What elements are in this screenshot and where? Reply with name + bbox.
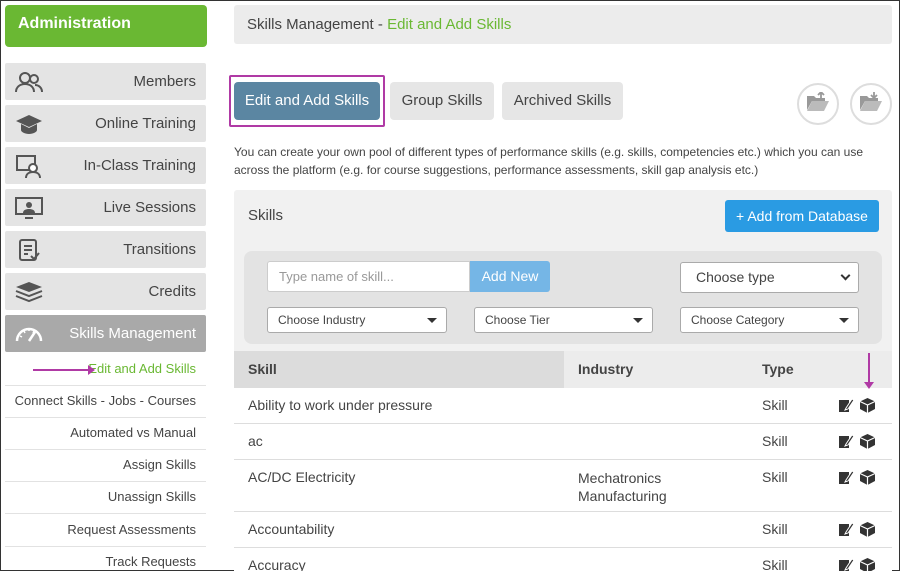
caret-down-icon	[839, 318, 849, 323]
annotation-arrow-right	[33, 365, 95, 375]
subnav-automated-vs-manual[interactable]: Automated vs Manual	[5, 418, 206, 450]
add-from-database-button[interactable]: + Add from Database	[725, 200, 879, 232]
cell-industry: Mechatronics Manufacturing	[578, 470, 667, 504]
type-select-value: Choose type	[696, 269, 775, 285]
table-row: Accuracy Skill	[234, 548, 892, 571]
breadcrumb-separator: -	[373, 16, 388, 33]
skills-table: Skill Industry Type Ability to work unde…	[234, 351, 892, 571]
edit-icon[interactable]	[839, 558, 854, 571]
row-actions	[839, 398, 875, 413]
category-select[interactable]: Choose Category	[680, 307, 859, 333]
filter-box: Type name of skill... Add New Choose typ…	[244, 251, 882, 344]
industry-select-value: Choose Industry	[278, 313, 366, 327]
sidebar-item-label: Credits	[148, 283, 196, 300]
subnav-request-assessments[interactable]: Request Assessments	[5, 515, 206, 547]
export-button[interactable]	[850, 83, 892, 125]
sidebar-item-members[interactable]: Members	[5, 63, 206, 100]
subnav-unassign-skills[interactable]: Unassign Skills	[5, 482, 206, 514]
graduation-cap-icon	[15, 112, 43, 136]
breadcrumb-root[interactable]: Skills Management	[247, 16, 374, 33]
cell-type: Skill	[762, 557, 788, 571]
sidebar-item-label: Skills Management	[69, 325, 196, 342]
import-button[interactable]	[797, 83, 839, 125]
archive-box-icon[interactable]	[860, 470, 875, 485]
table-row: ac Skill	[234, 424, 892, 460]
gauge-icon	[15, 322, 43, 346]
edit-icon[interactable]	[839, 434, 854, 449]
column-header-type[interactable]: Type	[762, 351, 794, 388]
table-header: Skill Industry Type	[234, 351, 892, 388]
archive-box-icon[interactable]	[860, 522, 875, 537]
row-actions	[839, 434, 875, 449]
sidebar-item-credits[interactable]: Credits	[5, 273, 206, 310]
cell-type: Skill	[762, 469, 788, 485]
sidebar-item-in-class-training[interactable]: In-Class Training	[5, 147, 206, 184]
table-row: Ability to work under pressure Skill	[234, 388, 892, 424]
tier-select-value: Choose Tier	[485, 313, 550, 327]
sidebar-item-transitions[interactable]: Transitions	[5, 231, 206, 268]
industry-select[interactable]: Choose Industry	[267, 307, 447, 333]
checklist-icon	[15, 238, 43, 262]
add-new-button[interactable]: Add New	[470, 261, 550, 292]
edit-icon[interactable]	[839, 398, 854, 413]
edit-icon[interactable]	[839, 470, 854, 485]
download-folder-icon	[859, 91, 883, 117]
edit-icon[interactable]	[839, 522, 854, 537]
skill-name-input[interactable]: Type name of skill...	[267, 261, 470, 292]
cell-skill: Ability to work under pressure	[248, 397, 433, 413]
sidebar-item-label: In-Class Training	[83, 157, 196, 174]
table-row: Accountability Skill	[234, 512, 892, 548]
cell-skill: AC/DC Electricity	[248, 469, 356, 485]
cell-type: Skill	[762, 397, 788, 413]
row-actions	[839, 470, 875, 485]
cell-type: Skill	[762, 433, 788, 449]
row-actions	[839, 558, 875, 571]
breadcrumb-current: Edit and Add Skills	[387, 16, 512, 33]
subnav-assign-skills[interactable]: Assign Skills	[5, 450, 206, 482]
presentation-icon	[15, 196, 43, 220]
archive-box-icon[interactable]	[860, 558, 875, 571]
column-header-industry[interactable]: Industry	[578, 351, 633, 388]
sidebar: Administration Members Online Training I…	[5, 5, 207, 569]
sidebar-item-label: Live Sessions	[103, 199, 196, 216]
caret-down-icon	[427, 318, 437, 323]
cell-skill: ac	[248, 433, 263, 449]
classroom-icon	[15, 154, 43, 178]
sidebar-item-label: Transitions	[123, 241, 196, 258]
subnav-connect-skills[interactable]: Connect Skills - Jobs - Courses	[5, 386, 206, 418]
tab-edit-add-skills[interactable]: Edit and Add Skills	[234, 82, 380, 120]
sidebar-item-online-training[interactable]: Online Training	[5, 105, 206, 142]
layers-icon	[15, 280, 43, 304]
sidebar-item-skills-management[interactable]: Skills Management	[5, 315, 206, 352]
cell-skill: Accuracy	[248, 557, 306, 571]
subnav-track-requests[interactable]: Track Requests	[5, 547, 206, 571]
sidebar-item-live-sessions[interactable]: Live Sessions	[5, 189, 206, 226]
tier-select[interactable]: Choose Tier	[474, 307, 653, 333]
skills-panel: Skills + Add from Database Type name of …	[234, 190, 892, 571]
table-row: AC/DC Electricity Mechatronics Manufactu…	[234, 460, 892, 512]
folder-open-icon	[806, 90, 830, 117]
panel-title: Skills	[248, 207, 284, 224]
breadcrumb: Skills Management - Edit and Add Skills	[234, 5, 892, 44]
row-actions	[839, 522, 875, 537]
sidebar-item-label: Members	[133, 73, 196, 90]
sidebar-item-label: Online Training	[95, 115, 196, 132]
cell-skill: Accountability	[248, 521, 335, 537]
tab-group-skills[interactable]: Group Skills	[390, 82, 494, 120]
type-select[interactable]: Choose type	[680, 262, 859, 293]
column-header-skill[interactable]: Skill	[234, 351, 564, 388]
tab-archived-skills[interactable]: Archived Skills	[502, 82, 623, 120]
chevron-down-icon	[840, 270, 851, 280]
caret-down-icon	[633, 318, 643, 323]
archive-box-icon[interactable]	[860, 434, 875, 449]
category-select-value: Choose Category	[691, 313, 785, 327]
members-icon	[15, 70, 43, 94]
archive-box-icon[interactable]	[860, 398, 875, 413]
annotation-arrow-down	[864, 353, 874, 389]
page-description: You can create your own pool of differen…	[234, 145, 863, 177]
sidebar-header: Administration	[5, 5, 207, 47]
cell-type: Skill	[762, 521, 788, 537]
